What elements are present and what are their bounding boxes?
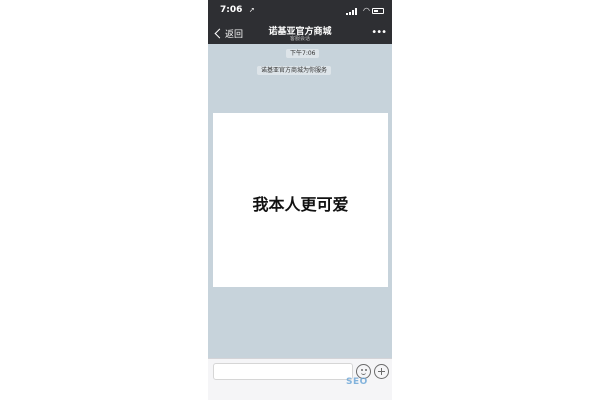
status-time: 7:06 [220, 5, 243, 15]
add-icon[interactable] [374, 364, 389, 379]
wifi-icon: ◠ [363, 6, 370, 15]
battery-icon [372, 8, 384, 14]
location-arrow-icon: ➚ [249, 6, 255, 14]
back-label: 返回 [225, 29, 244, 40]
message-input[interactable] [213, 363, 353, 380]
chat-subtitle: 客服会话 [289, 36, 310, 42]
top-bar: 7:06 ➚ ◠ 返回 诺基亚官方商城 客服会话 ••• [208, 0, 392, 44]
image-message-text: 我本人更可爱 [252, 195, 349, 214]
chevron-left-icon [214, 28, 225, 38]
phone-screen: 7:06 ➚ ◠ 返回 诺基亚官方商城 客服会话 ••• 下午7:06 诺基亚官… [208, 0, 392, 400]
back-button[interactable]: 返回 [212, 25, 243, 41]
more-options-icon[interactable]: ••• [371, 27, 387, 38]
timestamp-label: 下午7:06 [286, 49, 320, 58]
watermark-logo: SEO [346, 377, 368, 387]
image-message[interactable]: 我本人更可爱 [213, 113, 388, 287]
system-message: 诺基亚官方商城为你服务 [257, 66, 332, 75]
nav-bar: 返回 诺基亚官方商城 客服会话 ••• [208, 22, 392, 44]
status-bar: 7:06 ➚ ◠ [208, 0, 392, 22]
signal-icon [346, 8, 358, 15]
